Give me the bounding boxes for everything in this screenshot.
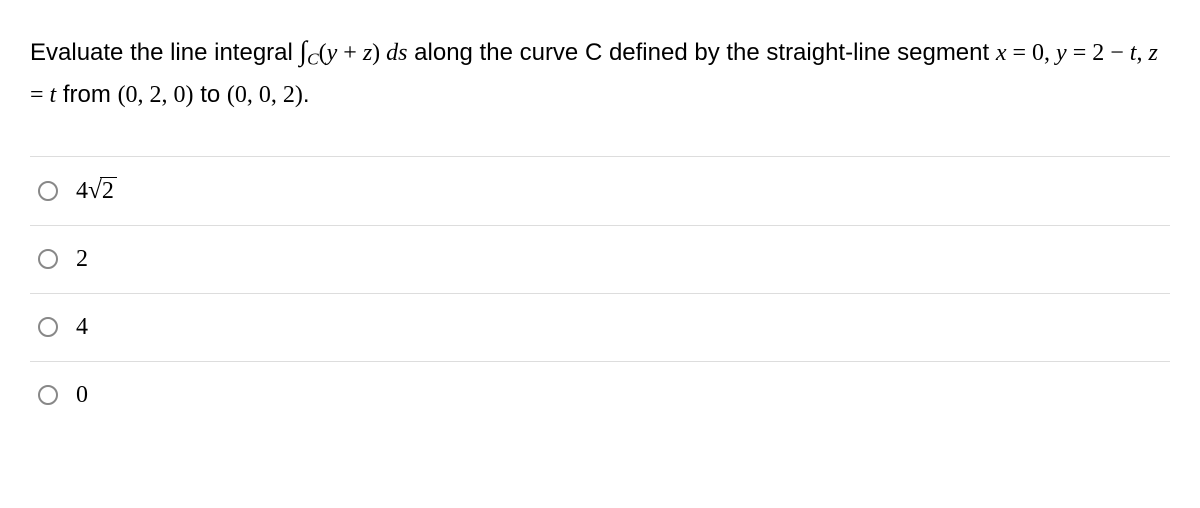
radio-icon (38, 385, 58, 405)
option-label: 2 (76, 246, 88, 273)
point-2: (0, 0, 2) (227, 82, 303, 108)
question-part2: along the curve C defined by the straigh… (408, 39, 996, 66)
options-list: 4√2 2 4 0 (30, 156, 1170, 429)
option-label: 4 (76, 314, 88, 341)
option-3[interactable]: 4 (30, 294, 1170, 362)
question-part3: from (56, 81, 117, 108)
option-2[interactable]: 2 (30, 226, 1170, 294)
question-part4: to (194, 81, 227, 108)
sqrt-expr: √2 (88, 177, 117, 205)
radio-icon (38, 181, 58, 201)
question-period: . (303, 81, 310, 108)
point-1: (0, 2, 0) (118, 82, 194, 108)
integral-expr: ∫C(y + z) ds (300, 40, 408, 66)
question-part1: Evaluate the line integral (30, 39, 300, 66)
radio-icon (38, 317, 58, 337)
option-4[interactable]: 0 (30, 362, 1170, 429)
option-label: 4√2 (76, 177, 117, 205)
option-label: 0 (76, 382, 88, 409)
question-text: Evaluate the line integral ∫C(y + z) ds … (30, 28, 1170, 116)
radio-icon (38, 249, 58, 269)
option-1[interactable]: 4√2 (30, 157, 1170, 226)
